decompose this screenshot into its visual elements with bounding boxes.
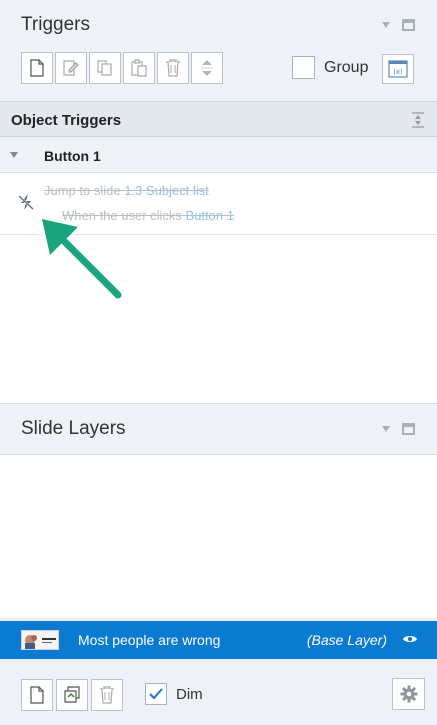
layers-bottom-toolbar: Dim — [0, 659, 437, 725]
base-layer-tag: (Base Layer) — [306, 632, 387, 648]
panel-menu-caret-icon[interactable] — [382, 426, 390, 432]
trash-icon — [166, 59, 180, 77]
group-checkbox[interactable] — [292, 56, 315, 79]
trigger-action-text: Jump to slide — [44, 183, 121, 198]
dim-label: Dim — [176, 685, 203, 703]
object-name: Button 1 — [44, 148, 101, 164]
panel-float-icon[interactable] — [402, 19, 415, 31]
collapse-caret-icon[interactable] — [10, 152, 18, 158]
paste-button[interactable] — [123, 52, 155, 84]
gear-icon — [400, 685, 417, 703]
triggers-panel-title: Triggers — [21, 14, 90, 35]
new-trigger-button[interactable] — [21, 52, 53, 84]
collapse-all-icon[interactable] — [411, 112, 425, 128]
layer-tools — [21, 679, 123, 711]
slide-layers-title: Slide Layers — [21, 418, 126, 439]
slide-layers-header: Slide Layers — [0, 403, 437, 455]
paste-icon — [131, 59, 147, 77]
duplicate-layer-button[interactable] — [56, 679, 88, 711]
move-up-down-icon — [201, 60, 213, 76]
variables-button[interactable]: (x) — [382, 54, 414, 84]
trigger-condition-object-link[interactable]: Button 1 — [186, 208, 234, 223]
svg-text:(x): (x) — [393, 68, 403, 76]
object-group-row[interactable]: Button 1 — [0, 137, 437, 173]
panel-menu-caret-icon[interactable] — [382, 22, 390, 28]
variables-icon: (x) — [388, 60, 408, 78]
triggers-toolbar — [21, 52, 223, 84]
trash-icon — [100, 686, 114, 704]
base-layer-row[interactable]: Most people are wrong (Base Layer) — [0, 621, 437, 659]
trigger-action: Jump to slide 1.3 Subject list — [44, 183, 209, 198]
group-toggle[interactable]: Group — [292, 56, 368, 79]
disabled-trigger-icon[interactable] — [17, 193, 35, 211]
slide-thumbnail — [21, 630, 59, 650]
delete-trigger-button[interactable] — [157, 52, 189, 84]
annotation-arrow-icon — [42, 219, 122, 299]
panel-float-icon[interactable] — [402, 423, 415, 435]
visibility-eye-icon[interactable] — [403, 634, 417, 644]
triggers-header-controls — [382, 19, 415, 31]
layer-settings-button[interactable] — [392, 678, 425, 710]
checkmark-icon — [149, 688, 163, 700]
layers-list — [0, 455, 437, 618]
slide-layers-header-controls — [382, 423, 415, 435]
duplicate-layer-icon — [64, 686, 80, 703]
trigger-target-link[interactable]: 1.3 Subject list — [124, 183, 209, 198]
copy-icon — [97, 60, 112, 76]
copy-button[interactable] — [89, 52, 121, 84]
delete-layer-button[interactable] — [91, 679, 123, 711]
object-triggers-bar: Object Triggers — [0, 101, 437, 137]
edit-trigger-button[interactable] — [55, 52, 87, 84]
group-label: Group — [324, 58, 369, 76]
move-trigger-button[interactable] — [191, 52, 223, 84]
triggers-panel-header: Triggers — [0, 0, 437, 52]
new-layer-button[interactable] — [21, 679, 53, 711]
new-layer-icon — [30, 686, 44, 704]
dim-toggle[interactable]: Dim — [145, 683, 203, 705]
object-triggers-title: Object Triggers — [11, 112, 122, 129]
base-layer-name: Most people are wrong — [78, 632, 221, 648]
edit-trigger-icon — [63, 60, 79, 76]
dim-checkbox[interactable] — [145, 683, 167, 705]
new-trigger-icon — [30, 59, 44, 77]
